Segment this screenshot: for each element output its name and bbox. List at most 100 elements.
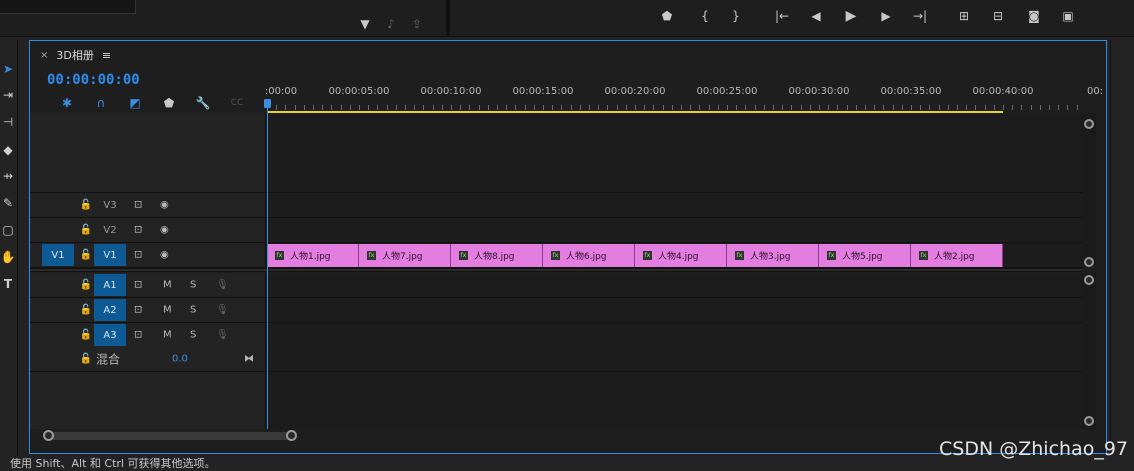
selection-tool-icon[interactable]: ➤ (0, 58, 16, 80)
step-back-icon[interactable]: ◀ (806, 6, 826, 26)
timeline-clip[interactable]: fx 人物4.jpg (635, 244, 727, 267)
lock-icon[interactable]: 🔓 (80, 280, 92, 291)
lock-icon[interactable]: 🔓 (80, 225, 92, 236)
track-target[interactable]: A2 (94, 299, 126, 321)
timeline-clip[interactable]: fx 人物8.jpg (451, 244, 543, 267)
timeline-clip[interactable]: fx 人物7.jpg (359, 244, 451, 267)
fx-badge-icon: fx (735, 251, 744, 260)
panel-menu-icon[interactable]: ≡ (102, 49, 111, 62)
ruler-tick (414, 105, 416, 110)
filter-icon[interactable]: ▼ (355, 14, 375, 34)
mix-value[interactable]: 0.0 (172, 354, 188, 365)
ripple-edit-icon[interactable]: ⊣ (0, 111, 16, 133)
nest-icon[interactable]: ✱ (50, 95, 84, 111)
ruler-tick (340, 105, 342, 110)
sync-lock-icon[interactable]: ⊡ (134, 250, 142, 261)
comparison-view-icon[interactable]: ▣ (1058, 6, 1078, 26)
solo-button[interactable]: S (190, 305, 196, 316)
source-patch[interactable]: V1 (42, 244, 74, 266)
timeline-clip[interactable]: fx 人物2.jpg (911, 244, 1003, 267)
slip-icon[interactable]: ⇸ (0, 165, 16, 187)
mute-button[interactable]: M (163, 280, 172, 291)
snap-icon[interactable]: ∩ (84, 95, 118, 111)
settings-wrench-icon[interactable]: 🔧 (186, 95, 220, 111)
lock-icon[interactable]: 🔓 (80, 250, 92, 261)
video-audio-divider[interactable] (30, 268, 1082, 272)
track-select-icon[interactable]: ⇥ (0, 84, 16, 106)
lock-icon[interactable]: 🔓 (80, 354, 92, 365)
play-icon[interactable]: ▶ (841, 6, 861, 26)
timeline-tab[interactable]: × 3D相册 ≡ (40, 47, 111, 63)
pen-icon[interactable]: ✎ (0, 192, 16, 214)
eye-icon[interactable]: ◉ (160, 250, 169, 261)
overwrite-icon[interactable]: ⇪ (407, 14, 427, 34)
lift-icon[interactable]: ⊞ (954, 6, 974, 26)
track-lane (267, 298, 1082, 322)
lock-icon[interactable]: 🔓 (80, 200, 92, 211)
close-icon[interactable]: × (40, 50, 48, 61)
fx-badge-icon: fx (919, 251, 928, 260)
ruler-label: 00:00:10:00 (420, 86, 482, 97)
timeline-clip[interactable]: fx 人物1.jpg (267, 244, 359, 267)
type-tool-icon[interactable]: T (0, 273, 16, 295)
lock-icon[interactable]: 🔓 (80, 305, 92, 316)
scroll-knob-bottom[interactable] (1084, 257, 1094, 267)
scroll-knob-top[interactable] (1084, 119, 1094, 129)
scroll-knob-top[interactable] (1084, 275, 1094, 285)
playhead-line[interactable] (267, 99, 268, 429)
solo-button[interactable]: S (190, 280, 196, 291)
track-target[interactable]: V1 (94, 244, 126, 266)
track-target[interactable]: A1 (94, 274, 126, 296)
go-to-in-icon[interactable]: |← (772, 6, 792, 26)
playhead-timecode[interactable]: 00:00:00:00 (47, 72, 140, 88)
microphone-icon[interactable]: 🎙 (216, 330, 229, 341)
step-forward-icon[interactable]: ▶ (876, 6, 896, 26)
mark-in-icon[interactable]: { (695, 6, 715, 26)
eye-icon[interactable]: ◉ (160, 225, 169, 236)
sync-lock-icon[interactable]: ⊡ (134, 225, 142, 236)
audio-vscroll[interactable] (1082, 273, 1096, 429)
microphone-icon[interactable]: 🎙 (216, 305, 229, 316)
track-target[interactable]: V2 (94, 219, 126, 241)
clip-label: 人物6.jpg (566, 252, 607, 262)
zoom-bar[interactable] (48, 432, 295, 440)
export-frame-icon[interactable]: ◙ (1024, 6, 1044, 26)
time-ruler[interactable]: :00:00 00:00:05:00 00:00:10:00 00:00:15:00 0… (265, 81, 1103, 114)
ruler-tick (1003, 105, 1004, 110)
horizontal-scrollbar[interactable] (40, 430, 1082, 442)
lock-icon[interactable]: 🔓 (80, 330, 92, 341)
add-marker-icon[interactable]: ⬟ (152, 95, 186, 111)
video-vscroll[interactable] (1082, 113, 1096, 267)
solo-button[interactable]: S (190, 330, 196, 341)
zoom-handle-right[interactable] (286, 430, 297, 441)
timeline-clip[interactable]: fx 人物6.jpg (543, 244, 635, 267)
ruler-tick (874, 105, 876, 110)
razor-icon[interactable]: ◆ (0, 139, 16, 161)
mute-button[interactable]: M (163, 305, 172, 316)
eye-icon[interactable]: ◉ (160, 200, 169, 211)
linked-selection-icon[interactable]: ◩ (118, 95, 152, 111)
timeline-clip[interactable]: fx 人物5.jpg (819, 244, 911, 267)
scroll-knob-bottom[interactable] (1084, 416, 1094, 426)
mute-button[interactable]: M (163, 330, 172, 341)
extract-icon[interactable]: ⊟ (988, 6, 1008, 26)
sync-lock-icon[interactable]: ⊡ (134, 200, 142, 211)
zoom-handle-left[interactable] (43, 430, 54, 441)
add-marker-icon[interactable]: ⬟ (657, 6, 677, 26)
playhead-handle[interactable] (264, 99, 271, 108)
hand-icon[interactable]: ✋ (0, 246, 16, 268)
mark-out-icon[interactable]: } (726, 6, 746, 26)
rectangle-icon[interactable]: ▢ (0, 219, 16, 241)
track-target[interactable]: V3 (94, 194, 126, 216)
source-panel: ▼ ♪ ⇪ (0, 0, 446, 37)
track-target[interactable]: A3 (94, 324, 126, 346)
insert-icon[interactable]: ♪ (381, 14, 401, 34)
mix-expand-icon[interactable]: ⧓ (244, 354, 254, 365)
timeline-clip[interactable]: fx 人物3.jpg (727, 244, 819, 267)
microphone-icon[interactable]: 🎙 (216, 280, 229, 291)
captions-icon[interactable]: CC (220, 95, 254, 111)
sync-lock-icon[interactable]: ⊡ (134, 280, 142, 291)
go-to-out-icon[interactable]: →| (910, 6, 930, 26)
sync-lock-icon[interactable]: ⊡ (134, 305, 142, 316)
sync-lock-icon[interactable]: ⊡ (134, 330, 142, 341)
